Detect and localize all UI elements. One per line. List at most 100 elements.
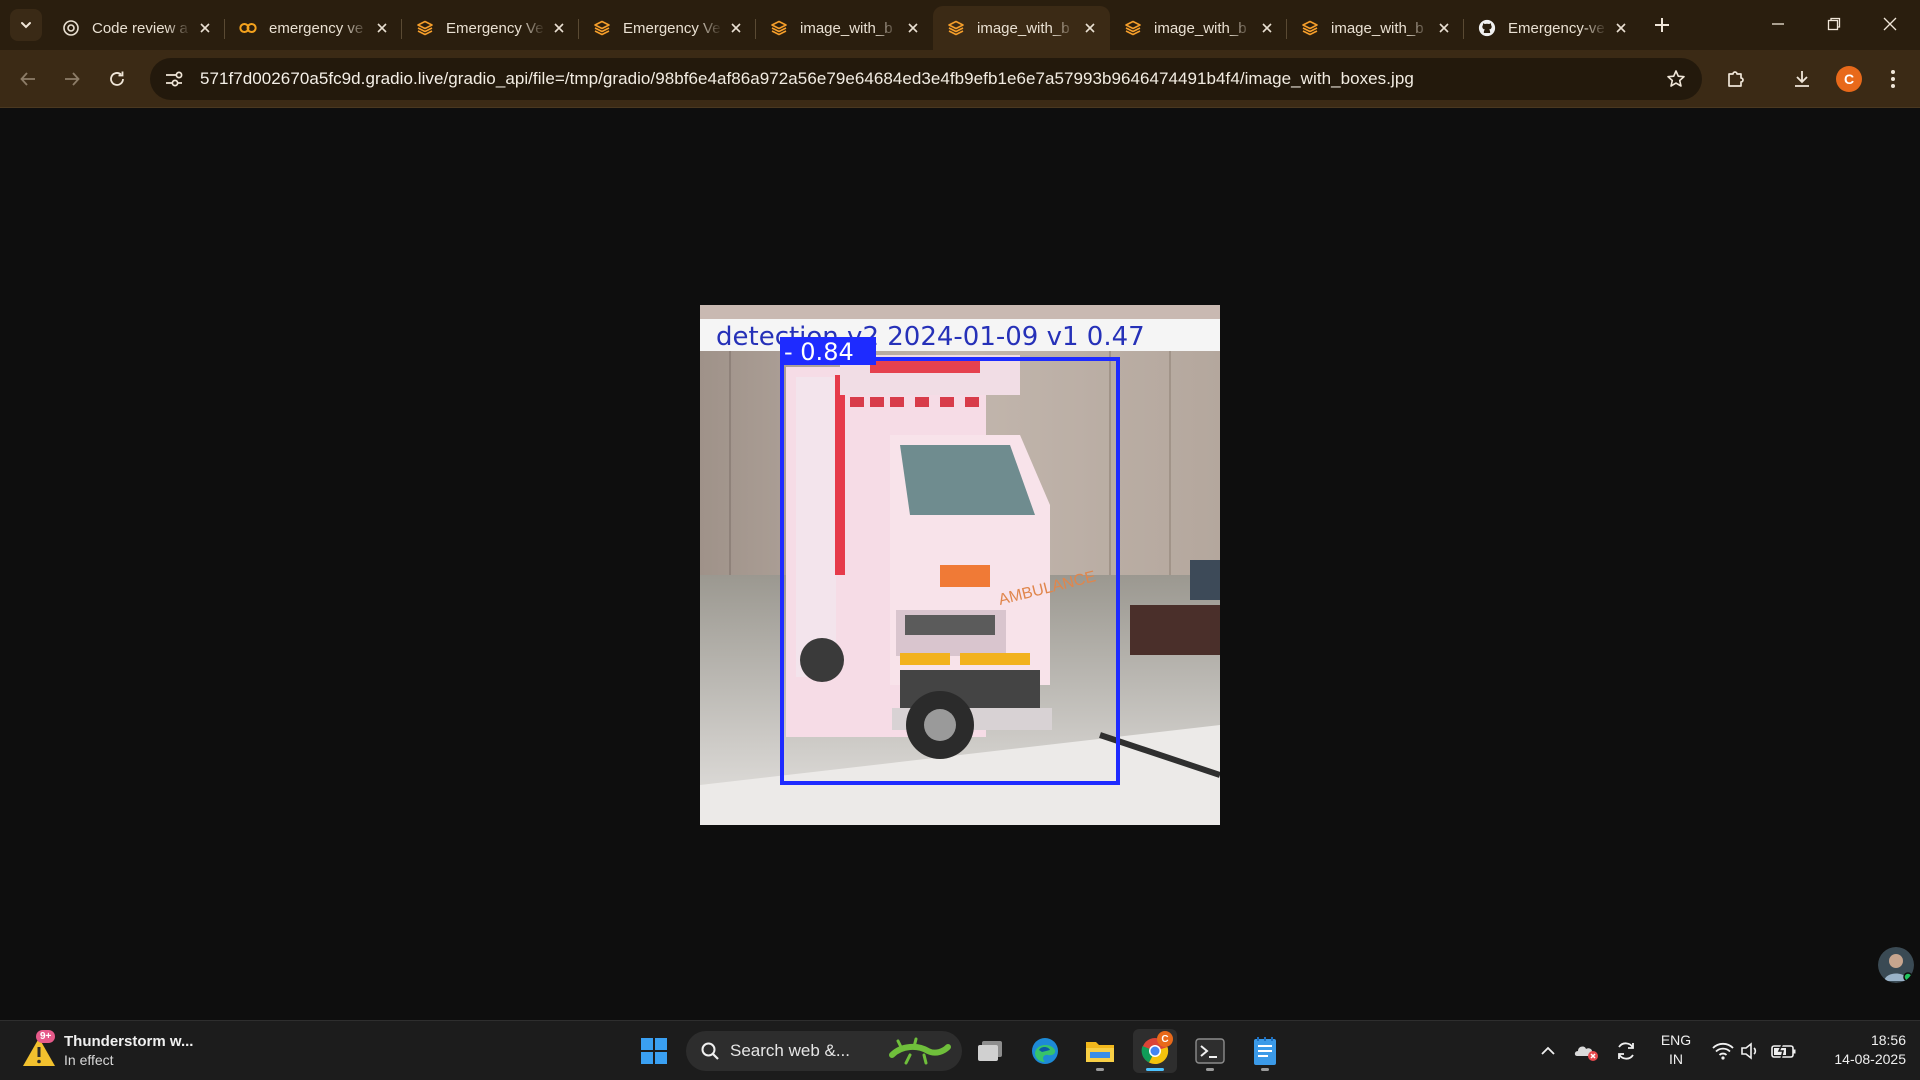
arrow-right-icon bbox=[65, 72, 80, 86]
weather-subtitle: In effect bbox=[64, 1052, 114, 1068]
address-bar[interactable]: 571f7d002670a5fc9d.gradio.live/gradio_ap… bbox=[150, 58, 1702, 100]
close-icon[interactable] bbox=[372, 18, 392, 38]
tab-code-review[interactable]: Code review a bbox=[48, 9, 225, 47]
folder-icon bbox=[1086, 1042, 1114, 1062]
puzzle-icon bbox=[1728, 71, 1744, 87]
clock-time: 18:56 bbox=[1870, 1032, 1906, 1048]
wifi-icon bbox=[1712, 1042, 1734, 1060]
notepad-app[interactable] bbox=[1243, 1029, 1287, 1073]
tab-title: Emergency-ve bbox=[1508, 19, 1605, 37]
running-indicator bbox=[1261, 1068, 1269, 1071]
menu-button[interactable] bbox=[1877, 63, 1909, 95]
file-explorer-app[interactable] bbox=[1078, 1029, 1122, 1073]
search-icon bbox=[701, 1042, 719, 1060]
more-vert-icon bbox=[1891, 70, 1895, 88]
cloud-error-icon bbox=[1574, 1046, 1598, 1061]
minimize-button[interactable] bbox=[1750, 0, 1806, 48]
weather-title: Thunderstorm w... bbox=[64, 1033, 194, 1050]
restore-button[interactable] bbox=[1806, 0, 1862, 48]
back-button[interactable] bbox=[12, 63, 44, 95]
person-avatar-icon bbox=[1878, 947, 1914, 983]
terminal-icon bbox=[1195, 1038, 1225, 1064]
close-icon[interactable] bbox=[1611, 18, 1631, 38]
site-info-button[interactable] bbox=[156, 63, 192, 95]
windows-logo-icon bbox=[641, 1038, 667, 1064]
edge-app[interactable] bbox=[1023, 1029, 1067, 1073]
tab-title: image_with_b bbox=[800, 19, 893, 37]
task-view-icon bbox=[978, 1041, 1002, 1061]
downloads-button[interactable] bbox=[1786, 63, 1818, 95]
page-viewport: AMBULANCE detection v2 2024-01-09 v1 0.4… bbox=[0, 109, 1920, 1020]
url-text[interactable]: 571f7d002670a5fc9d.gradio.live/gradio_ap… bbox=[200, 69, 1414, 89]
battery-tray[interactable] bbox=[1768, 1035, 1800, 1067]
close-icon[interactable] bbox=[1434, 18, 1454, 38]
close-icon[interactable] bbox=[549, 18, 569, 38]
bookmark-star-button[interactable] bbox=[1664, 67, 1688, 91]
tab-title: Emergency Ve bbox=[446, 19, 544, 37]
warning-icon: 9+ bbox=[20, 1030, 58, 1070]
tab-github-emergency[interactable]: Emergency-ve bbox=[1464, 9, 1641, 47]
close-icon[interactable] bbox=[195, 18, 215, 38]
gecko-icon bbox=[889, 1037, 951, 1065]
show-hidden-icons-button[interactable] bbox=[1536, 1035, 1560, 1067]
start-button[interactable] bbox=[632, 1029, 676, 1073]
task-view-button[interactable] bbox=[968, 1029, 1012, 1073]
close-icon[interactable] bbox=[1080, 18, 1100, 38]
url-host: 571f7d002670a5fc9d.gradio.live bbox=[200, 69, 444, 88]
tab-title: image_with_b bbox=[977, 19, 1070, 37]
extensions-button[interactable] bbox=[1720, 63, 1752, 95]
floating-avatar[interactable] bbox=[1878, 947, 1914, 983]
battery-charging-icon bbox=[1771, 1042, 1796, 1060]
reload-button[interactable] bbox=[101, 63, 133, 95]
tab-search-button[interactable] bbox=[10, 9, 42, 41]
onedrive-tray[interactable] bbox=[1572, 1035, 1600, 1067]
profile-avatar[interactable]: C bbox=[1836, 66, 1862, 92]
system-clock[interactable]: 18:56 14-08-2025 bbox=[1810, 1031, 1906, 1069]
edge-icon bbox=[1032, 1038, 1058, 1064]
gradio-icon bbox=[1124, 19, 1142, 37]
volume-tray[interactable] bbox=[1738, 1035, 1764, 1067]
tab-image-with-boxes-3[interactable]: image_with_b bbox=[1110, 9, 1287, 47]
plus-icon bbox=[1655, 18, 1669, 32]
chrome-app[interactable]: C bbox=[1133, 1029, 1177, 1073]
gradio-icon bbox=[770, 19, 788, 37]
tab-emergency-vehicle-1[interactable]: Emergency Ve bbox=[402, 9, 579, 47]
tab-image-with-boxes-active[interactable]: image_with_b bbox=[933, 6, 1110, 50]
tab-image-with-boxes-1[interactable]: image_with_b bbox=[756, 9, 933, 47]
clock-date: 14-08-2025 bbox=[1834, 1051, 1906, 1067]
tab-emergency-vehicle-2[interactable]: Emergency Ve bbox=[579, 9, 756, 47]
close-window-button[interactable] bbox=[1862, 0, 1918, 48]
weather-widget[interactable]: 9+ Thunderstorm w... In effect bbox=[20, 1029, 193, 1073]
terminal-app[interactable] bbox=[1188, 1029, 1232, 1073]
close-icon[interactable] bbox=[903, 18, 923, 38]
tab-emergency-colab[interactable]: emergency ve bbox=[225, 9, 402, 47]
lang-line-1: ENG bbox=[1660, 1032, 1692, 1048]
forward-button[interactable] bbox=[56, 63, 88, 95]
reload-icon bbox=[110, 71, 124, 86]
wifi-tray[interactable] bbox=[1710, 1035, 1736, 1067]
chevron-down-icon bbox=[21, 22, 31, 29]
close-icon bbox=[1883, 17, 1897, 31]
tab-strip: Code review a emergency ve Emergency Ve bbox=[0, 0, 1920, 50]
openai-icon bbox=[62, 19, 80, 37]
tab-title: emergency ve bbox=[269, 19, 364, 37]
running-indicator bbox=[1096, 1068, 1104, 1071]
language-indicator[interactable]: ENG IN bbox=[1658, 1031, 1694, 1069]
arrow-left-icon bbox=[20, 72, 35, 86]
close-icon[interactable] bbox=[1257, 18, 1277, 38]
ambulance-photo: AMBULANCE detection v2 2024-01-09 v1 0.4… bbox=[700, 305, 1220, 825]
close-icon[interactable] bbox=[726, 18, 746, 38]
taskbar-search[interactable]: Search web &... bbox=[686, 1031, 962, 1071]
windows-taskbar: 9+ Thunderstorm w... In effect Search we… bbox=[0, 1020, 1920, 1080]
chrome-profile-badge: C bbox=[1157, 1031, 1173, 1047]
search-placeholder: Search web &... bbox=[730, 1041, 851, 1060]
tune-icon bbox=[166, 71, 183, 87]
tab-title: image_with_b bbox=[1154, 19, 1247, 37]
gradio-icon bbox=[1301, 19, 1319, 37]
tab-title: Code review a bbox=[92, 19, 188, 37]
bounding-box-label: - 0.84 bbox=[784, 338, 854, 366]
github-icon bbox=[1478, 19, 1496, 37]
sync-tray[interactable] bbox=[1612, 1035, 1640, 1067]
tab-image-with-boxes-4[interactable]: image_with_b bbox=[1287, 9, 1464, 47]
new-tab-button[interactable] bbox=[1648, 11, 1676, 39]
